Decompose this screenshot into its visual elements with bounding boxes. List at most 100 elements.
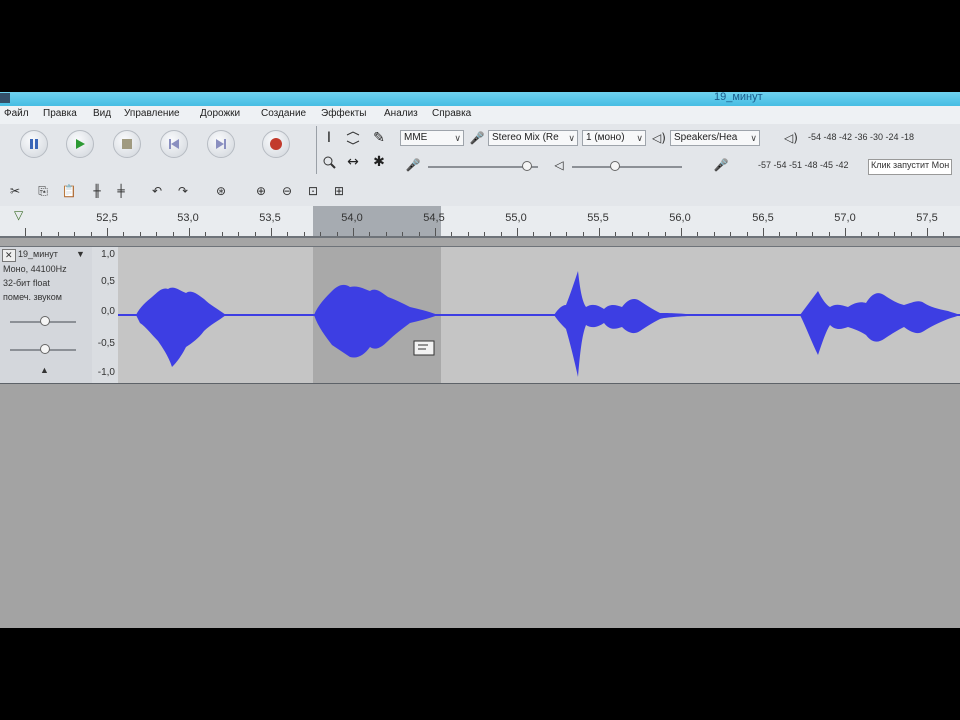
empty-track-area[interactable] — [0, 384, 960, 628]
ruler-tick — [861, 232, 863, 236]
copy-icon[interactable]: ⎘ — [34, 182, 52, 200]
paste-icon[interactable]: 📋 — [60, 182, 78, 200]
track-info-bitdepth: 32-бит float — [3, 278, 50, 288]
track-name-button[interactable]: 19_минут — [18, 249, 58, 259]
ruler-tick — [746, 232, 748, 236]
ruler-tick — [795, 232, 797, 236]
ruler-tick — [615, 232, 617, 236]
title-bar: 19_минут — [0, 92, 960, 106]
tick-label: 54,0 — [341, 212, 363, 224]
cut-icon[interactable]: ✂ — [6, 182, 24, 200]
selection-tool-icon[interactable]: I — [319, 128, 339, 148]
fit-project-icon[interactable]: ⊞ — [330, 182, 348, 200]
ruler-tick — [763, 228, 764, 236]
recording-device-select[interactable]: Stereo Mix (Re ∨ — [488, 130, 578, 146]
scale-label: 1,0 — [101, 249, 115, 260]
ruler-tick — [303, 232, 305, 236]
playback-volume-slider[interactable] — [610, 161, 620, 171]
recording-channels-select[interactable]: 1 (моно) ∨ — [582, 130, 646, 146]
tick-label: 56,0 — [669, 212, 691, 224]
skip-to-end-button[interactable] — [207, 130, 235, 158]
record-meter-scale[interactable]: -54 -48 -42 -36 -30 -24 -18 — [808, 132, 914, 146]
tick-label: 55,5 — [587, 212, 609, 224]
menu-analyze[interactable]: Анализ — [384, 108, 418, 119]
audio-host-select[interactable]: MME ∨ — [400, 130, 464, 146]
play-head-icon[interactable]: ▽ — [14, 208, 23, 222]
ruler-tick — [500, 232, 502, 236]
menu-view[interactable]: Вид — [93, 108, 111, 119]
ruler-tick — [238, 232, 240, 236]
sync-lock-icon[interactable]: ⊛ — [212, 182, 230, 200]
microphone-icon: 🎤 — [469, 131, 485, 145]
tick-label: 53,5 — [259, 212, 281, 224]
zoom-in-icon[interactable]: ⊕ — [252, 182, 270, 200]
ruler-tick — [402, 232, 404, 236]
trim-icon[interactable]: ╫ — [88, 182, 106, 200]
track-menu-arrow-icon[interactable]: ▼ — [76, 249, 85, 259]
ruler-tick — [123, 232, 125, 236]
menu-help[interactable]: Справка — [432, 108, 471, 119]
record-meter-icon: ◁) — [784, 131, 798, 145]
skip-start-icon — [161, 131, 187, 157]
record-button[interactable] — [262, 130, 290, 158]
menu-tracks[interactable]: Дорожки — [200, 108, 240, 119]
app-icon — [0, 93, 10, 103]
gain-slider[interactable] — [40, 316, 50, 326]
ruler-tick — [648, 232, 650, 236]
scale-label: 0,5 — [101, 276, 115, 287]
play-button[interactable] — [66, 130, 94, 158]
multi-tool-icon[interactable]: ✱ — [369, 152, 389, 172]
fit-selection-icon[interactable]: ⊡ — [304, 182, 322, 200]
ruler-tick — [435, 228, 436, 236]
skip-to-start-button[interactable] — [160, 130, 188, 158]
menu-effects[interactable]: Эффекты — [321, 108, 366, 119]
ruler-tick — [943, 232, 945, 236]
ruler-tick — [57, 232, 59, 236]
timeshift-tool-icon[interactable]: ↔ — [343, 152, 363, 172]
ruler-tick — [41, 232, 43, 236]
record-icon — [263, 131, 289, 157]
playback-device-select[interactable]: Speakers/Hea ∨ — [670, 130, 760, 146]
track-close-button[interactable]: ✕ — [2, 249, 16, 262]
audio-host-value: MME — [404, 132, 428, 143]
ruler-tick — [927, 228, 928, 236]
hand-cursor-icon — [413, 340, 435, 356]
menu-transport[interactable]: Управление — [124, 108, 180, 119]
silence-icon[interactable]: ╪ — [112, 182, 130, 200]
ruler-tick — [353, 228, 354, 236]
draw-tool-icon[interactable]: ✎ — [369, 128, 389, 148]
tick-label: 52,5 — [96, 212, 118, 224]
waveform-svg — [118, 271, 960, 377]
ruler-tick — [517, 228, 518, 236]
ruler-tick — [385, 232, 387, 236]
timeline-ruler[interactable]: ▽ 52,5 53,0 53,5 54,0 54,5 55,0 55,5 56,… — [0, 206, 960, 238]
track-control-panel: ✕ 19_минут ▼ Моно, 44100Hz 32-бит float … — [0, 247, 93, 383]
zoom-tool-icon[interactable] — [319, 152, 339, 172]
ruler-tick — [549, 232, 551, 236]
menu-edit[interactable]: Правка — [43, 108, 77, 119]
menu-file[interactable]: Файл — [4, 108, 29, 119]
zoom-out-icon[interactable]: ⊖ — [278, 182, 296, 200]
envelope-tool-icon[interactable] — [343, 128, 363, 148]
ruler-tick — [582, 232, 584, 236]
ruler-tick — [271, 228, 272, 236]
playback-meter-scale[interactable]: -57 -54 -51 -48 -45 -42 — [758, 160, 849, 174]
monitor-hint[interactable]: Клик запустит Мон — [868, 159, 953, 175]
stop-button[interactable] — [113, 130, 141, 158]
ruler-tick — [172, 232, 174, 236]
recording-volume-slider[interactable] — [522, 161, 532, 171]
pause-button[interactable] — [20, 130, 48, 158]
pan-slider[interactable] — [40, 344, 50, 354]
undo-icon[interactable]: ↶ — [148, 182, 166, 200]
menu-generate[interactable]: Создание — [261, 108, 306, 119]
waveform-area[interactable] — [118, 247, 960, 383]
ruler-tick — [156, 232, 158, 236]
tick-label: 57,5 — [916, 212, 938, 224]
pause-icon — [21, 131, 47, 157]
chevron-down-icon: ∨ — [454, 133, 461, 143]
ruler-tick — [189, 228, 190, 236]
collapse-track-icon[interactable]: ▲ — [40, 365, 49, 375]
scale-label: -0,5 — [97, 338, 115, 349]
ruler-tick — [221, 232, 223, 236]
redo-icon[interactable]: ↷ — [174, 182, 192, 200]
